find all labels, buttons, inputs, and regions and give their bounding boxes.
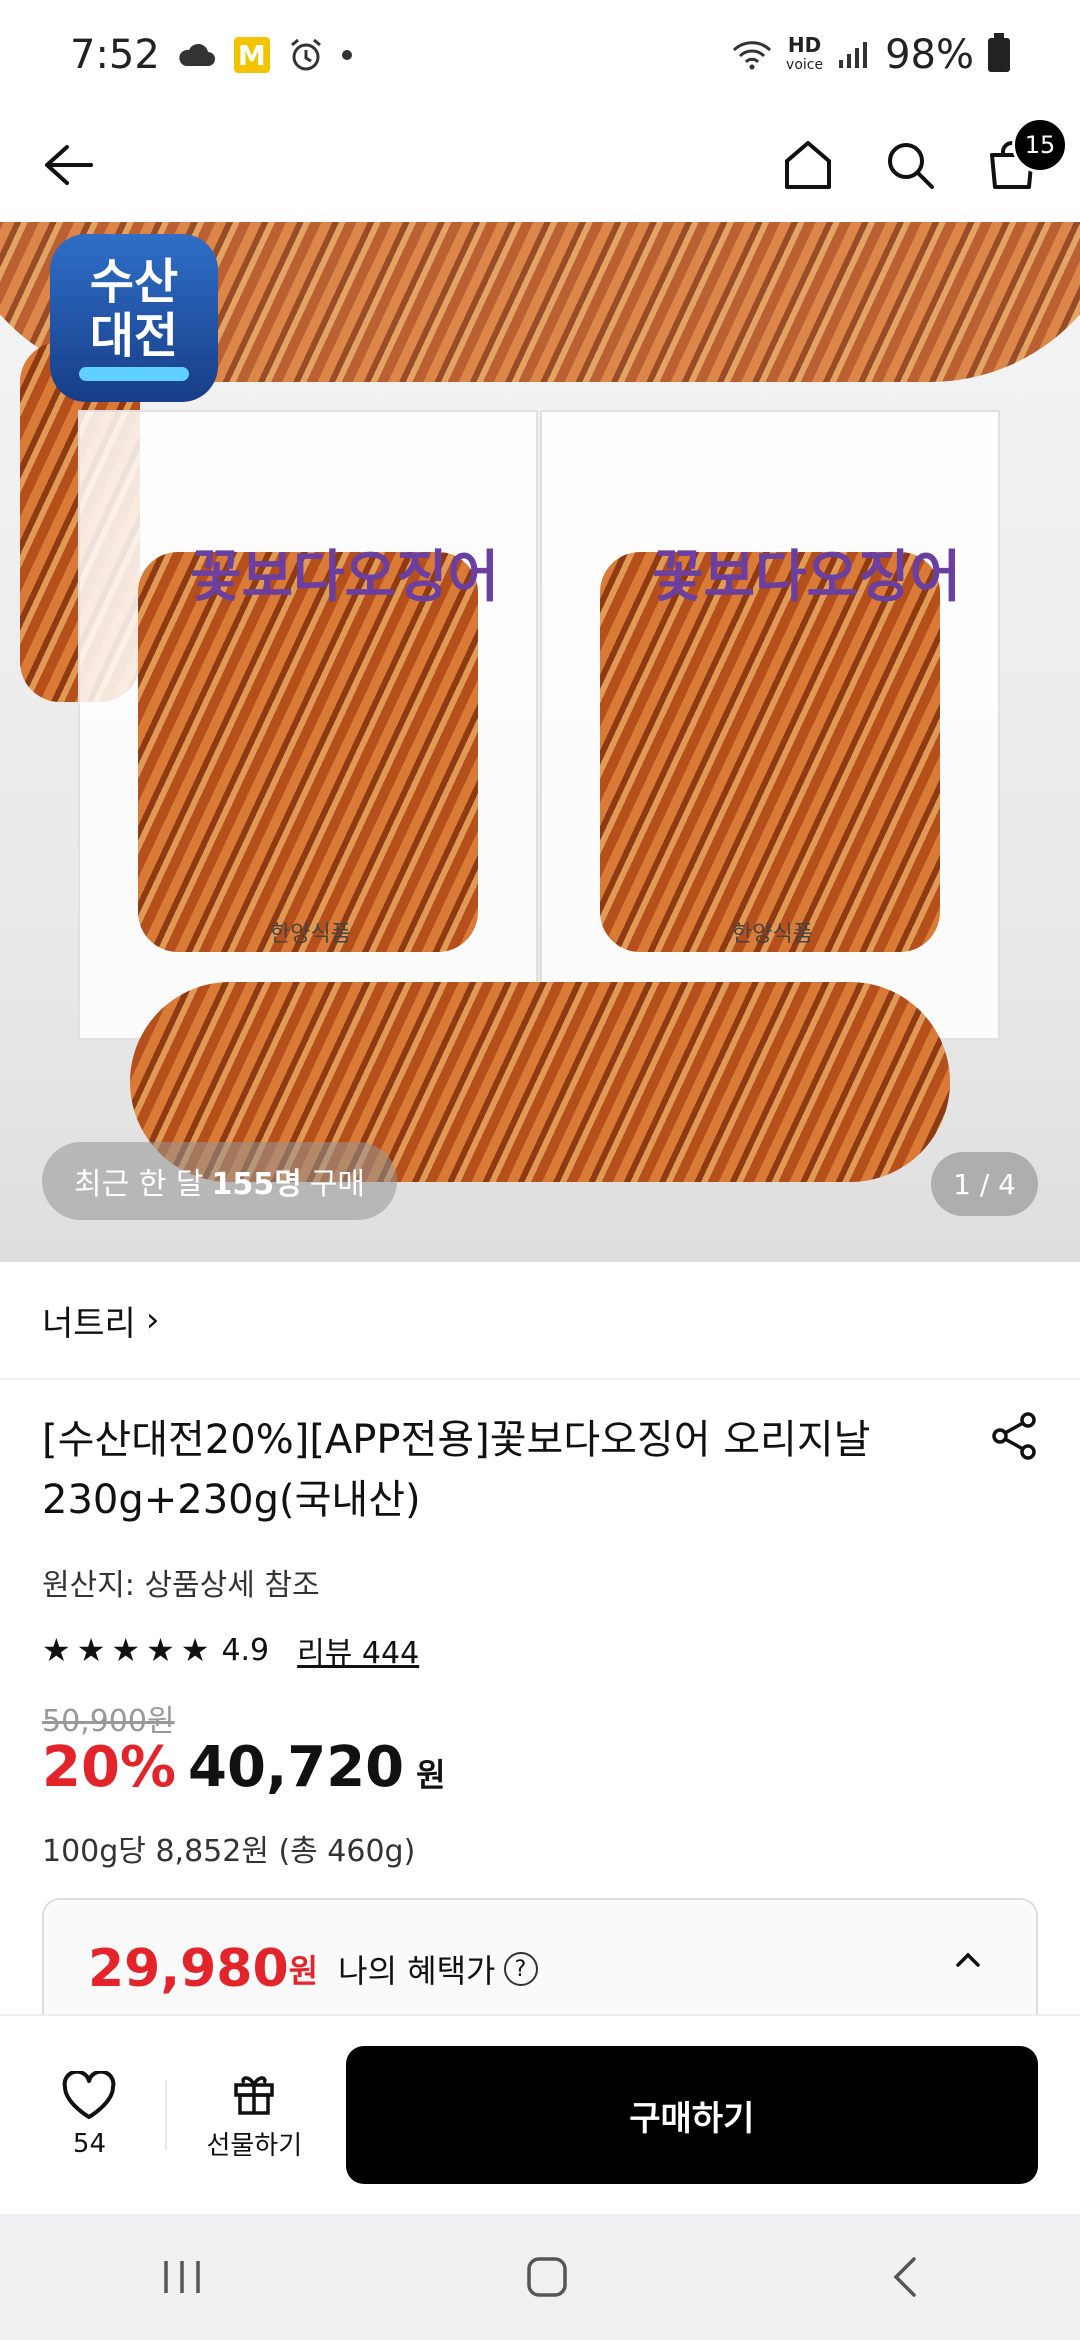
image-page-indicator: 1 / 4 — [931, 1152, 1038, 1216]
logo-line-1: 수산 — [89, 254, 179, 310]
alarm-icon — [290, 38, 321, 71]
chevron-up-icon[interactable] — [954, 1950, 982, 1970]
purchase-suffix: 구매 — [309, 1167, 365, 1202]
home-button[interactable] — [778, 135, 838, 195]
price-currency: 원 — [416, 1756, 446, 1794]
gift-button[interactable]: 선물하기 — [195, 2069, 314, 2162]
star-icon: ★ — [146, 1631, 175, 1669]
status-right: HD voice 98% — [732, 32, 1010, 78]
battery-percent: 98% — [885, 32, 974, 78]
purchase-count: 155명 — [211, 1167, 302, 1202]
status-left: 7:52 M — [70, 32, 352, 78]
original-price: 50,900원 — [42, 1704, 175, 1739]
brand-link[interactable]: 너트리 › — [0, 1262, 1080, 1380]
home-icon — [785, 141, 831, 189]
back-nav-icon[interactable] — [890, 2255, 920, 2299]
hd-label: HD — [787, 33, 822, 57]
heart-icon — [63, 2071, 116, 2119]
home-nav-icon[interactable] — [525, 2255, 569, 2299]
brand-name: 너트리 — [42, 1303, 136, 1344]
bag-brand-label: 꽃보다오징어 — [190, 545, 500, 610]
signal-icon — [839, 42, 868, 68]
bag-maker-label: 한양식품 — [270, 922, 351, 947]
chevron-right-icon: › — [145, 1300, 160, 1340]
price-row: 20% 40,720 원 — [42, 1735, 446, 1800]
m-badge-icon: M — [233, 37, 270, 73]
gift-label: 선물하기 — [206, 2130, 303, 2161]
product-bag-right: 꽃보다오징어 한양식품 — [540, 410, 1000, 1040]
star-icon: ★ — [42, 1631, 71, 1669]
voice-label: voice — [786, 57, 824, 73]
help-icon[interactable]: ? — [503, 1952, 538, 1986]
nav-actions: 15 — [778, 117, 1068, 195]
star-icon: ★ — [76, 1631, 106, 1669]
hd-voice-icon: HD voice — [786, 35, 823, 75]
cart-button[interactable]: 15 — [982, 117, 1068, 195]
share-button[interactable] — [988, 1410, 1040, 1466]
top-nav: 15 — [0, 110, 1080, 220]
product-image-carousel[interactable]: 꽃보다오징어 한양식품 꽃보다오징어 한양식품 수산 대전 최근 한 달 155… — [0, 222, 1080, 1262]
sale-price: 40,720 — [188, 1735, 405, 1800]
purchase-prefix: 최근 한 달 — [74, 1167, 204, 1202]
unit-price: 100g당 8,852원 (총 460g) — [42, 1834, 416, 1869]
benefit-price: 29,980 — [88, 1939, 289, 1999]
origin-text: 원산지: 상품상세 참조 — [42, 1568, 320, 1603]
star-icon: ★ — [111, 1631, 141, 1669]
system-nav-bar — [0, 2214, 1080, 2340]
search-icon — [888, 143, 934, 189]
cart-count-badge: 15 — [1012, 117, 1068, 173]
bottom-action-bar: 54 선물하기 구매하기 — [0, 2014, 1080, 2214]
benefit-currency: 원 — [288, 1952, 319, 1990]
product-title: [수산대전20%][APP전용]꽃보다오징어 오리지날 230g+230g(국내… — [42, 1417, 871, 1523]
gift-icon — [234, 2075, 275, 2115]
buy-button[interactable]: 구매하기 — [345, 2046, 1038, 2184]
rating-value: 4.9 — [221, 1632, 270, 1668]
status-time: 7:52 — [70, 32, 160, 78]
recent-purchase-badge: 최근 한 달 155명 구매 — [42, 1142, 397, 1220]
app-logo: 수산 대전 — [50, 234, 218, 402]
bag-brand-label-right: 꽃보다오징어 — [652, 545, 962, 610]
wifi-icon — [732, 41, 772, 70]
logo-line-2: 대전 — [89, 308, 179, 364]
wave-icon — [79, 367, 189, 381]
product-title-block: [수산대전20%][APP전용]꽃보다오징어 오리지날 230g+230g(국내… — [42, 1410, 942, 1530]
star-icon: ★ — [180, 1631, 210, 1669]
notification-dot-icon — [341, 50, 352, 60]
cloud-icon — [179, 43, 215, 66]
rating-row: ★ ★ ★ ★ ★ 4.9 리뷰 444 — [42, 1628, 419, 1672]
status-bar: 7:52 M HD voice 98% — [0, 0, 1080, 110]
review-link[interactable]: 리뷰 444 — [297, 1628, 419, 1672]
wishlist-button[interactable]: 54 — [42, 2071, 137, 2159]
divider — [164, 2080, 167, 2150]
back-button[interactable] — [38, 135, 98, 195]
bag-maker-label-right: 한양식품 — [732, 922, 813, 947]
share-icon — [992, 1412, 1036, 1460]
discount-rate: 20% — [42, 1735, 177, 1800]
arrow-left-icon — [45, 145, 93, 185]
recent-apps-icon[interactable] — [160, 2257, 204, 2297]
battery-icon — [988, 33, 1010, 72]
benefit-label: 나의 혜택가 — [338, 1952, 496, 1990]
product-bag-left: 꽃보다오징어 한양식품 — [78, 410, 538, 1040]
search-button[interactable] — [880, 135, 940, 195]
wishlist-count: 54 — [72, 2129, 107, 2159]
